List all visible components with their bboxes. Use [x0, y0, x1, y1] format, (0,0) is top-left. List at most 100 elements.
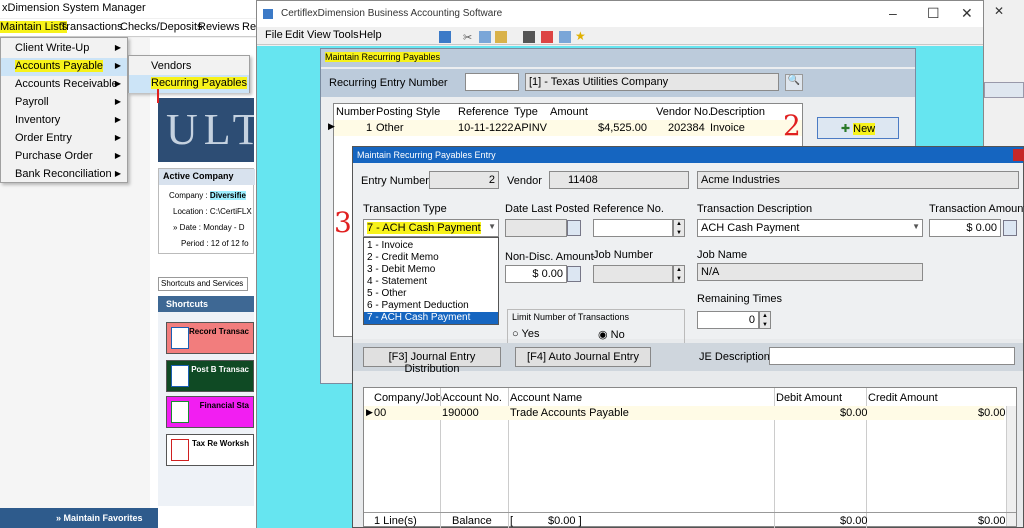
- job-number-spinner[interactable]: ▲ ▼: [673, 265, 685, 283]
- menu-edit[interactable]: Edit: [285, 29, 304, 41]
- non-disc-amount-field[interactable]: $ 0.00: [505, 265, 567, 283]
- calendar-icon[interactable]: [541, 31, 553, 43]
- calculator-icon[interactable]: [523, 31, 535, 43]
- grid-header: Amount: [550, 106, 588, 118]
- company-label: Company : Diversifie: [169, 191, 246, 200]
- menu-maintain-lists[interactable]: Maintain Lists: [0, 21, 68, 33]
- total-debit: $0.00: [840, 515, 868, 527]
- transaction-type-option[interactable]: 2 - Credit Memo: [364, 252, 498, 264]
- menu-item-bank-reconciliation[interactable]: Bank Reconciliation ▶: [1, 166, 127, 184]
- menu-checks-deposits[interactable]: Checks/Deposits: [120, 21, 203, 33]
- shortcut-post-batch[interactable]: Post B Transac: [166, 360, 254, 392]
- reference-spinner[interactable]: ▲ ▼: [673, 219, 685, 237]
- menu-item-vendors[interactable]: Vendors: [129, 58, 249, 76]
- app-icon: [263, 9, 273, 19]
- active-company-panel: Active Company Company : Diversifie Loca…: [158, 168, 255, 254]
- menu-item-accounts-payable[interactable]: Accounts Payable ▶: [1, 58, 127, 76]
- table-row[interactable]: ▶ 00 190000 Trade Accounts Payable $0.00…: [364, 406, 1006, 420]
- scrollbar[interactable]: [1006, 406, 1016, 526]
- transaction-description-select[interactable]: ACH Cash Payment ▼: [697, 219, 923, 237]
- menu-item-purchase-order[interactable]: Purchase Order ▶: [1, 148, 127, 166]
- menu-view[interactable]: View: [307, 29, 331, 41]
- shortcut-financial-statements[interactable]: Financial Sta: [166, 396, 254, 428]
- chevron-right-icon: ▶: [114, 97, 121, 106]
- annotation-2: 2: [783, 109, 801, 142]
- transaction-type-select[interactable]: 7 - ACH Cash Payment ▼: [363, 219, 499, 237]
- menu-transactions[interactable]: Transactions: [60, 21, 123, 33]
- remaining-times-label: Remaining Times: [697, 293, 782, 305]
- menu-item-accounts-receivable[interactable]: Accounts Receivable ▶: [1, 76, 127, 94]
- menu-file[interactable]: File: [265, 29, 283, 41]
- limit-yes-radio[interactable]: ○ Yes: [512, 328, 539, 340]
- chevron-right-icon: ▶: [114, 79, 121, 88]
- vendor-label: Vendor: [507, 175, 542, 187]
- main-menubar: File Edit View Tools Help ✂ ★: [257, 27, 983, 45]
- je-description-field[interactable]: [769, 347, 1015, 365]
- star-icon[interactable]: ★: [575, 29, 587, 43]
- close-icon[interactable]: [1013, 149, 1024, 161]
- cell-type: APINV: [514, 122, 548, 134]
- transaction-type-option[interactable]: 4 - Statement: [364, 276, 498, 288]
- limit-transactions-label: Limit Number of Transactions: [512, 312, 630, 322]
- menu-item-client-write-up[interactable]: Client Write-Up ▶: [1, 40, 127, 58]
- transaction-type-option[interactable]: 3 - Debit Memo: [364, 264, 498, 276]
- transaction-amount-field[interactable]: $ 0.00: [929, 219, 1001, 237]
- transaction-type-option[interactable]: 5 - Other: [364, 288, 498, 300]
- refresh-icon[interactable]: [439, 31, 451, 43]
- close-icon[interactable]: ✕: [961, 5, 973, 22]
- menu-item-order-entry[interactable]: Order Entry ▶: [1, 130, 127, 148]
- paste-icon[interactable]: [495, 31, 507, 43]
- shortcut-tax-worksheets[interactable]: Tax Re Worksh: [166, 434, 254, 466]
- journal-entry-distribution-button[interactable]: [F3] Journal Entry Distribution: [363, 347, 501, 375]
- accounts-payable-submenu: Vendors Recurring Payables: [128, 55, 250, 103]
- menu-item-inventory[interactable]: Inventory ▶: [1, 112, 127, 130]
- cell-account-no: 190000: [442, 407, 479, 419]
- recurring-entry-number-input[interactable]: [465, 73, 519, 91]
- transaction-type-option[interactable]: 1 - Invoice: [364, 240, 498, 252]
- menu-item-recurring-payables[interactable]: Recurring Payables: [129, 75, 249, 103]
- tab-shortcuts-services[interactable]: Shortcuts and Services: [158, 277, 248, 291]
- grid-header: Vendor No.: [656, 106, 712, 118]
- cut-icon[interactable]: ✂: [463, 31, 475, 44]
- transaction-type-option-selected[interactable]: 7 - ACH Cash Payment: [364, 312, 498, 324]
- calculator-icon[interactable]: [1003, 220, 1017, 236]
- grid-header: Account Name: [510, 392, 583, 404]
- search-icon[interactable]: 🔍: [785, 74, 803, 91]
- menu-tools[interactable]: Tools: [333, 29, 359, 41]
- maintain-favorites-bar[interactable]: » Maintain Favorites: [0, 508, 158, 528]
- menu-item-payroll[interactable]: Payroll ▶: [1, 94, 127, 112]
- menu-reviews[interactable]: Reviews: [198, 21, 240, 33]
- calculator-icon[interactable]: [567, 266, 581, 282]
- red-mark: [157, 89, 159, 103]
- recurring-entry-number-label: Recurring Entry Number: [329, 77, 448, 89]
- remaining-times-spinner[interactable]: ▲ ▼: [759, 311, 771, 329]
- cell-posting-style: Other: [376, 122, 404, 134]
- menu-help[interactable]: Help: [359, 29, 382, 41]
- new-button[interactable]: ✚ New: [817, 117, 899, 139]
- spellcheck-icon[interactable]: [559, 31, 571, 43]
- auto-journal-entry-button[interactable]: [F4] Auto Journal Entry: [515, 347, 651, 367]
- vendor-number-field[interactable]: 11408: [549, 171, 689, 189]
- table-row[interactable]: ▶ 1 Other 10-11-1222 APINV $4,525.00 202…: [328, 120, 802, 136]
- limit-no-radio[interactable]: ◉ No: [598, 328, 625, 341]
- remaining-times-field[interactable]: 0: [697, 311, 759, 329]
- shortcuts-header: Shortcuts: [158, 296, 254, 312]
- close-icon[interactable]: ✕: [994, 4, 1004, 18]
- copy-icon[interactable]: [479, 31, 491, 43]
- chevron-right-icon: ▶: [114, 43, 121, 52]
- shortcuts-panel: Shortcuts Record Transac Post B Transac …: [158, 296, 254, 506]
- transaction-type-option[interactable]: 6 - Payment Deduction: [364, 300, 498, 312]
- chevron-right-icon: ▶: [114, 169, 121, 178]
- shortcut-record-transactions[interactable]: Record Transac: [166, 322, 254, 354]
- journal-distribution-grid: Company/Job Account No. Account Name Deb…: [363, 387, 1017, 528]
- menu-re[interactable]: Re: [242, 21, 256, 33]
- cell-company-job: 00: [374, 407, 387, 419]
- calendar-icon[interactable]: [567, 220, 581, 236]
- reference-no-field[interactable]: [593, 219, 673, 237]
- maximize-icon[interactable]: ☐: [927, 5, 940, 22]
- annotation-3: 3: [334, 206, 352, 239]
- minimize-icon[interactable]: –: [889, 5, 897, 21]
- limit-transactions-group: Limit Number of Transactions ○ Yes ◉ No: [507, 309, 685, 347]
- chevron-right-icon: ▶: [114, 115, 121, 124]
- cell-reference: 10-11-1222: [458, 122, 514, 134]
